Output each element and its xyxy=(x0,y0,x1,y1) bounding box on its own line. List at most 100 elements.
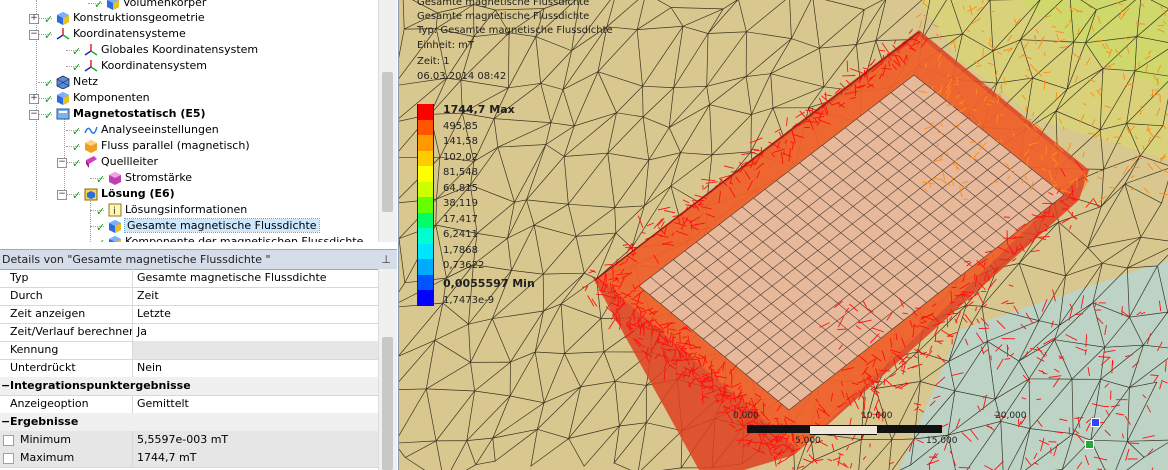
collapse-icon[interactable]: − xyxy=(1,413,10,431)
legend-value: 495,85 xyxy=(443,120,478,132)
legend-value: 141,58 xyxy=(443,136,478,147)
legend-swatch xyxy=(417,181,434,198)
details-key: Durch xyxy=(10,287,133,305)
details-grid: Typ Gesamte magnetische Flussdichte Durc… xyxy=(0,269,378,470)
tree-item[interactable]: Globales Koordinatensystem xyxy=(84,42,258,58)
analysis-icon xyxy=(56,107,70,121)
details-key: Typ xyxy=(10,269,133,287)
tree-scrollbar[interactable] xyxy=(378,0,397,242)
tree-item[interactable]: Komponenten xyxy=(56,90,150,106)
tree-item[interactable]: Komponente der magnetischen Flussdichte xyxy=(108,234,363,242)
legend-swatch xyxy=(417,150,434,167)
tree-item[interactable]: Konstruktionsgeometrie xyxy=(56,10,205,26)
tree-item[interactable]: Netz xyxy=(56,74,98,90)
check-icon: ✓ xyxy=(44,13,54,26)
tree-item[interactable]: Koordinatensysteme xyxy=(56,26,186,42)
left-panel: ✓ Volumenkörper + ✓ Konstruktionsgeometrie − ✓… xyxy=(0,0,399,470)
details-row[interactable]: Typ Gesamte magnetische Flussdichte xyxy=(0,269,378,288)
tree-item[interactable]: Koordinatensystem xyxy=(84,58,207,74)
details-title: Details von "Gesamte magnetische Flussdi… xyxy=(2,253,271,266)
details-scroll-thumb[interactable] xyxy=(382,337,393,470)
expand-icon[interactable]: + xyxy=(29,94,39,104)
tree-item[interactable]: Gesamte magnetische Flussdichte xyxy=(108,218,320,234)
tree-item[interactable]: Magnetostatisch (E5) xyxy=(56,106,206,122)
details-key: Anzeigeoption xyxy=(10,395,133,413)
tree-item[interactable]: Fluss parallel (magnetisch) xyxy=(84,138,250,154)
result-type-line: Gesamte magnetische Flussdichte xyxy=(417,11,590,22)
collapse-icon[interactable]: − xyxy=(57,190,67,200)
tree-item-label: Konstruktionsgeometrie xyxy=(73,11,205,24)
group-results[interactable]: − Ergebnisse xyxy=(0,413,378,432)
scale-segment xyxy=(810,425,877,435)
details-row[interactable]: Kennung xyxy=(0,341,378,360)
legend-value: 0,73622 xyxy=(443,260,485,271)
details-value: Nein xyxy=(137,361,163,374)
graphics-viewport[interactable]: Gesamte magnetische Flussdichte Gesamte … xyxy=(399,0,1168,470)
details-scrollbar[interactable] xyxy=(378,269,397,470)
parameter-checkbox[interactable] xyxy=(3,434,14,446)
check-icon: ✓ xyxy=(96,221,106,234)
solution-icon xyxy=(84,187,98,201)
collapse-icon[interactable]: − xyxy=(29,110,39,120)
legend-swatch xyxy=(417,119,434,136)
tree-item-label: Komponenten xyxy=(73,91,150,104)
legend-value: 64,815 xyxy=(443,182,478,194)
coordinate-system-icon xyxy=(84,43,98,57)
collapse-icon[interactable]: − xyxy=(29,30,39,40)
legend-value: 1,7473e-9 xyxy=(443,295,495,306)
pin-icon[interactable]: ⊥ xyxy=(381,250,391,269)
details-row[interactable]: Zeit/Verlauf berechnen Ja xyxy=(0,323,378,342)
tree-scroll-thumb[interactable] xyxy=(382,72,393,212)
tree-item[interactable]: Analyseeinstellungen xyxy=(84,122,219,138)
tree-item[interactable]: Quellleiter xyxy=(84,154,158,170)
collapse-icon[interactable]: − xyxy=(1,377,10,395)
details-row[interactable]: Maximum 1744,7 mT xyxy=(0,449,378,468)
group-integration[interactable]: − Integrationspunktergebnisse xyxy=(0,377,378,396)
tree-item-label: Magnetostatisch (E5) xyxy=(73,107,206,120)
details-row[interactable]: Unterdrückt Nein xyxy=(0,359,378,378)
tree-line xyxy=(64,114,65,194)
tree-item[interactable]: Stromstärke xyxy=(108,170,192,186)
coordinate-system-icon xyxy=(84,59,98,73)
outline-tree: ✓ Volumenkörper + ✓ Konstruktionsgeometrie − ✓… xyxy=(0,0,378,242)
details-header: Details von "Gesamte magnetische Flussdi… xyxy=(0,249,397,270)
check-icon: ✓ xyxy=(96,205,106,218)
check-icon: ✓ xyxy=(72,157,82,170)
legend-swatch xyxy=(417,259,434,275)
details-row[interactable]: Durch Zeit xyxy=(0,287,378,306)
tree-item-label: Netz xyxy=(73,75,99,88)
legend-swatch xyxy=(417,212,434,229)
group-label: Ergebnisse xyxy=(10,415,79,428)
cube-icon xyxy=(108,235,122,242)
cube-icon xyxy=(106,0,120,10)
fe-result-plot[interactable] xyxy=(399,0,1168,470)
result-type-line: Typ: Gesamte magnetische Flussdichte xyxy=(417,25,613,36)
collapse-icon[interactable]: − xyxy=(57,158,67,168)
result-time-line: Zeit: 1 xyxy=(417,56,450,67)
check-icon: ✓ xyxy=(72,189,82,202)
details-key: Maximum xyxy=(20,451,75,464)
tree-item[interactable]: Lösung (E6) xyxy=(84,186,175,202)
details-row[interactable]: Zeit anzeigen Letzte xyxy=(0,305,378,324)
tree-item-label: Koordinatensystem xyxy=(101,59,208,72)
tree-item[interactable]: i Lösungsinformationen xyxy=(108,202,247,218)
legend-max: 1744,7 Max xyxy=(443,103,515,116)
legend-value: 1,7868 xyxy=(443,244,478,256)
legend-swatch xyxy=(417,135,434,151)
check-icon: ✓ xyxy=(44,29,54,42)
expand-icon[interactable]: + xyxy=(29,14,39,24)
cube-icon xyxy=(56,11,70,25)
parameter-checkbox[interactable] xyxy=(3,452,14,464)
details-row[interactable]: Anzeigeoption Gemittelt xyxy=(0,395,378,414)
legend-swatch xyxy=(417,274,434,291)
triad-origin-icon xyxy=(1085,440,1094,449)
tree-item-label: Komponente der magnetischen Flussdichte xyxy=(125,235,364,242)
tree-item-label: Analyseeinstellungen xyxy=(101,123,219,136)
details-row[interactable]: Minimum 5,5597e-003 mT xyxy=(0,431,378,450)
tree-item-label: Volumenkörper xyxy=(123,0,207,9)
legend-swatch xyxy=(417,197,434,213)
legend-value: 6,2411 xyxy=(443,229,478,240)
cube-icon xyxy=(56,91,70,105)
coordinate-system-icon xyxy=(56,27,70,41)
check-icon: ✓ xyxy=(44,93,54,106)
